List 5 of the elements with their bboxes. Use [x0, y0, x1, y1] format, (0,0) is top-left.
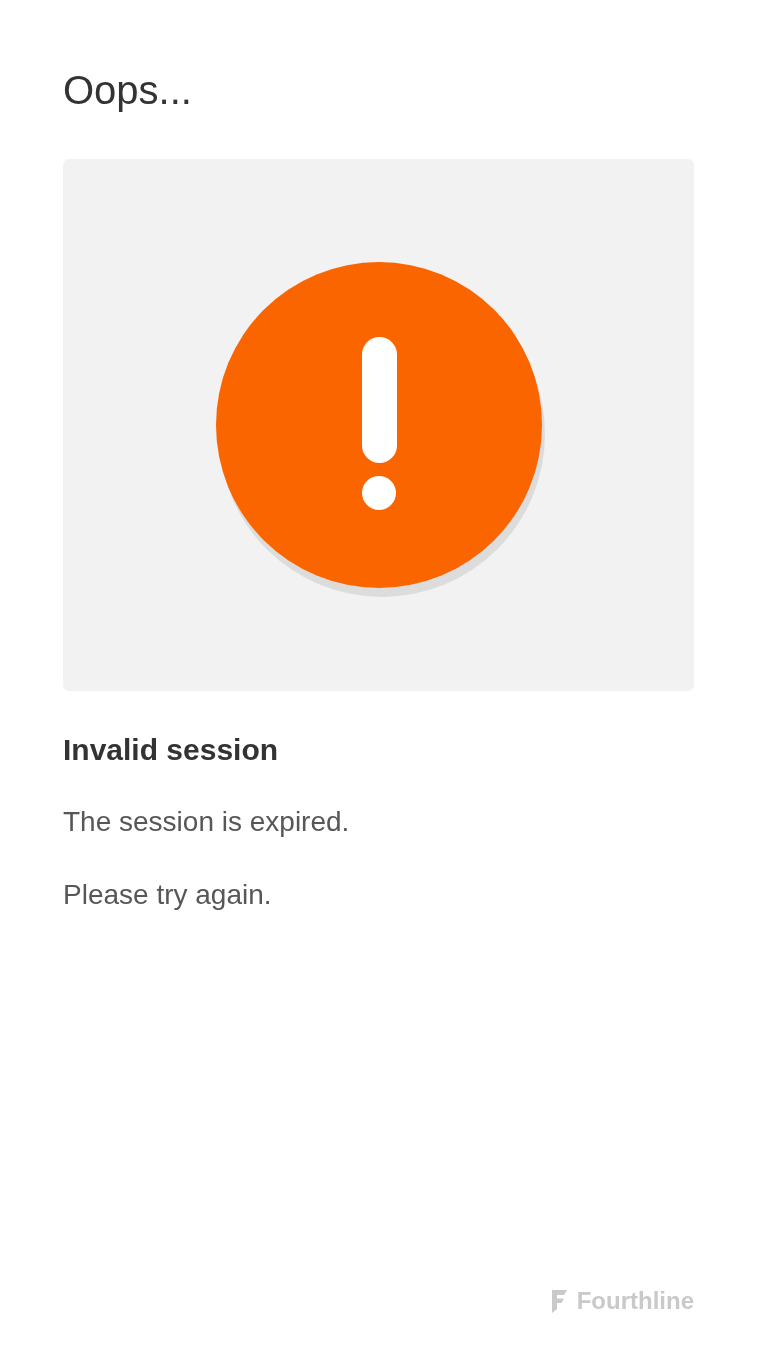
error-heading: Invalid session [63, 732, 279, 768]
logo-icon [551, 1289, 567, 1313]
error-message: The session is expired. [63, 805, 350, 839]
page-title: Oops... [63, 67, 192, 114]
error-message: Please try again. [63, 878, 272, 912]
